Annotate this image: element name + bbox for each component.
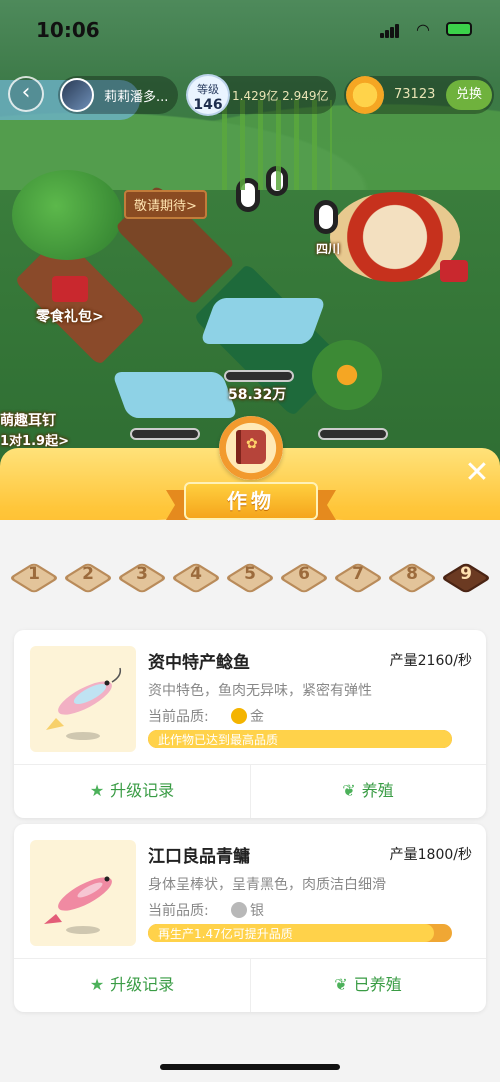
upgrade-record-button[interactable]: ★ 升级记录 — [14, 958, 250, 1012]
quality-progress-bar: 此作物已达到最高品质 — [148, 730, 452, 748]
mailbox-icon[interactable] — [440, 260, 468, 282]
crop-card: 资中特产鲶鱼 产量2160/秒 资中特色，鱼肉无异味，紧密有弹性 当前品质: 金… — [14, 630, 486, 818]
quality-progress-text: 再生产1.47亿可提升品质 — [158, 927, 293, 941]
gold-medal-icon — [231, 708, 247, 724]
fish-shadow — [66, 732, 100, 740]
home-indicator — [160, 1064, 340, 1070]
exchange-button[interactable]: 兑换 — [446, 80, 492, 110]
book-icon — [219, 416, 283, 480]
coming-soon-sign[interactable]: 敬请期待> — [124, 190, 207, 219]
back-button[interactable]: ‹ — [8, 76, 44, 112]
profile-pill[interactable]: 莉莉潘多... — [58, 76, 178, 114]
crop-thumbnail — [30, 646, 136, 752]
status-bar: 10:06 ◠ — [0, 0, 500, 60]
gift-box-icon[interactable] — [52, 276, 88, 302]
level-badge: 等级 146 — [186, 74, 230, 116]
crop-name: 江口良品青鳙 — [148, 847, 250, 867]
game-scene[interactable]: 敬请期待> 零食礼包> 萌趣耳钉 1对1.9起> 四川 58.32万 10:06… — [0, 0, 500, 470]
level-tab-8[interactable]: 8 — [386, 556, 438, 596]
level-tab-3[interactable]: 3 — [116, 556, 168, 596]
level-tab-5[interactable]: 5 — [224, 556, 276, 596]
fruit-tree[interactable] — [12, 170, 122, 260]
level-tab-4[interactable]: 4 — [170, 556, 222, 596]
level-label: 等级 — [197, 83, 219, 96]
quality-value: 银 — [250, 903, 264, 919]
quality-label: 当前品质: — [148, 709, 209, 725]
quality-progress-bar: 再生产1.47亿可提升品质 — [148, 924, 452, 942]
level-pill[interactable]: 等级 146 1.429亿 2.949亿 — [186, 74, 336, 116]
status-time: 10:06 — [36, 18, 100, 42]
close-button[interactable]: ✕ — [460, 456, 494, 490]
crop-thumbnail — [30, 840, 136, 946]
level-tab-6[interactable]: 6 — [278, 556, 330, 596]
crop-rate: 产量1800/秒 — [389, 847, 472, 863]
shop-label: 四川 — [316, 242, 341, 256]
sun-coin-icon — [346, 76, 384, 114]
coin-value: 73123 — [394, 87, 436, 102]
crop-rate: 产量2160/秒 — [389, 653, 472, 669]
wifi-icon: ◠ — [416, 20, 430, 39]
orange-tree[interactable] — [312, 340, 382, 410]
panel-title: 作物 — [227, 489, 275, 513]
coin-pill[interactable]: 73123 兑换 — [344, 76, 494, 114]
star-icon: ★ — [89, 975, 105, 994]
level-tab-7[interactable]: 7 — [332, 556, 384, 596]
fish-pond-top[interactable] — [199, 298, 327, 344]
level-tab-1[interactable]: 1 — [8, 556, 60, 596]
gift-pack-label[interactable]: 零食礼包> — [36, 306, 104, 326]
panel-title-ribbon: 作物 — [166, 482, 336, 524]
quality-label: 当前品质: — [148, 903, 209, 919]
fish-shadow — [66, 926, 100, 934]
breed-button[interactable]: ❦ 养殖 — [250, 764, 486, 818]
level-tabs: 1 2 3 4 5 6 7 8 9 — [8, 556, 492, 596]
level-value: 146 — [193, 97, 223, 113]
chevron-left-icon: ‹ — [21, 80, 31, 105]
earring-sub-label[interactable]: 1对1.9起> — [0, 430, 69, 449]
right-timer-bar — [318, 428, 388, 440]
quality-value: 金 — [250, 709, 264, 725]
left-timer-bar — [130, 428, 200, 440]
pond-value-label: 58.32万 — [228, 387, 287, 403]
star-icon: ★ — [89, 781, 105, 800]
upgrade-record-button[interactable]: ★ 升级记录 — [14, 764, 250, 818]
crop-description: 身体呈棒状，呈青黑色，肉质洁白细滑 — [148, 877, 386, 893]
close-icon: ✕ — [464, 455, 490, 490]
crop-card: 江口良品青鳙 产量1800/秒 身体呈棒状，呈青黑色，肉质洁白细滑 当前品质: … — [14, 824, 486, 1012]
sprout-icon: ❦ — [334, 975, 348, 994]
level-tab-2[interactable]: 2 — [62, 556, 114, 596]
cellular-signal-icon — [380, 24, 400, 38]
earring-label[interactable]: 萌趣耳钉 — [0, 410, 56, 430]
quality-progress-text: 此作物已达到最高品质 — [158, 733, 279, 747]
crop-description: 资中特色，鱼肉无异味，紧密有弹性 — [148, 683, 372, 699]
crop-name: 资中特产鲶鱼 — [148, 653, 250, 673]
panda-right — [314, 200, 338, 234]
level-stats: 1.429亿 2.949亿 — [232, 89, 329, 103]
sprout-icon: ❦ — [342, 781, 356, 800]
silver-medal-icon — [231, 902, 247, 918]
avatar[interactable] — [60, 78, 94, 112]
level-tab-9[interactable]: 9 — [440, 556, 492, 596]
battery-icon — [446, 22, 472, 36]
fish-pond-left[interactable] — [111, 372, 239, 418]
profile-name: 莉莉潘多... — [104, 90, 169, 105]
breeding-status-button[interactable]: ❦ 已养殖 — [250, 958, 486, 1012]
pond-timer-bar — [224, 370, 294, 382]
